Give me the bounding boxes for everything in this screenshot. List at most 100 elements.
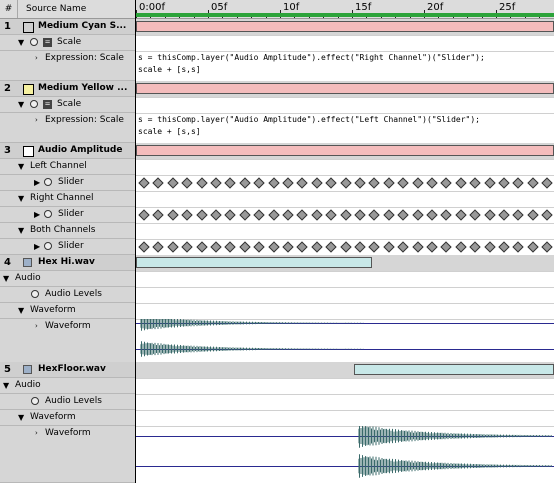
expand-triangle-icon[interactable]: ▼ (3, 378, 9, 393)
column-number-header[interactable]: # (0, 0, 18, 18)
keyframe-icon[interactable] (181, 241, 193, 253)
keyframe-icon[interactable] (483, 241, 496, 253)
layer-name[interactable]: HexFloor.wav (38, 362, 106, 377)
layer-row-2[interactable]: 2 Medium Yellow ... (0, 81, 135, 97)
property-group-audio[interactable]: ▼ Audio (0, 378, 135, 394)
current-time-indicator[interactable] (135, 0, 136, 483)
property-group-waveform[interactable]: ▼ Waveform (0, 303, 135, 319)
property-row-slider[interactable]: ▶ Slider (0, 175, 135, 191)
expand-triangle-icon[interactable]: ▼ (18, 35, 24, 50)
keyframe-icon[interactable] (311, 241, 323, 253)
property-row-scale[interactable]: ▼ = Scale (0, 97, 135, 113)
expression-text-line-1[interactable]: s = thisComp.layer("Audio Amplitude").ef… (138, 115, 480, 124)
keyframe-icon[interactable] (541, 177, 553, 189)
keyframe-icon[interactable] (296, 241, 309, 253)
keyframe-icon[interactable] (138, 177, 150, 189)
work-area-bar[interactable] (136, 13, 554, 17)
keyframe-icon[interactable] (253, 177, 265, 189)
keyframe-icon[interactable] (426, 177, 438, 189)
keyframe-icon[interactable] (325, 209, 337, 221)
keyframe-icon[interactable] (195, 209, 208, 221)
keyframe-icon[interactable] (195, 241, 208, 253)
keyframe-icon[interactable] (527, 177, 539, 189)
keyframe-icon[interactable] (239, 241, 251, 253)
property-row-slider[interactable]: ▶ Slider (0, 239, 135, 255)
keyframe-icon[interactable] (383, 177, 395, 189)
keyframe-icon[interactable] (167, 209, 179, 221)
keyframe-icon[interactable] (469, 177, 481, 189)
keyframe-icon[interactable] (296, 177, 309, 189)
keyframe-icon[interactable] (210, 241, 222, 253)
keyframe-icon[interactable] (541, 209, 553, 221)
layer-row-3[interactable]: 3 Audio Amplitude (0, 143, 135, 159)
keyframe-icon[interactable] (541, 241, 553, 253)
collapsed-triangle-icon[interactable]: › (35, 113, 38, 128)
collapsed-triangle-icon[interactable]: › (35, 319, 38, 334)
keyframe-icon[interactable] (498, 209, 510, 221)
layer-duration-bar[interactable] (136, 21, 554, 32)
keyframe-icon[interactable] (138, 241, 150, 253)
layer-row-5[interactable]: 5 HexFloor.wav (0, 362, 135, 378)
keyframe-icon[interactable] (195, 177, 208, 189)
stopwatch-icon[interactable] (44, 178, 52, 186)
property-row-audio-levels[interactable]: Audio Levels (0, 287, 135, 303)
keyframe-icon[interactable] (469, 209, 481, 221)
keyframe-icon[interactable] (339, 177, 352, 189)
collapsed-triangle-icon[interactable]: ▶ (34, 175, 40, 190)
keyframe-icon[interactable] (368, 209, 381, 221)
keyframe-icon[interactable] (397, 209, 409, 221)
label-color-swatch[interactable] (23, 84, 34, 95)
keyframe-icon[interactable] (411, 177, 424, 189)
expand-triangle-icon[interactable]: ▼ (3, 271, 9, 286)
layer-row-1[interactable]: 1 Medium Cyan S... (0, 19, 135, 35)
keyframe-icon[interactable] (397, 177, 409, 189)
layer-name[interactable]: Audio Amplitude (38, 143, 122, 158)
keyframe-icon[interactable] (426, 209, 438, 221)
layer-name[interactable]: Hex Hi.wav (38, 255, 95, 270)
label-color-swatch[interactable] (23, 146, 34, 157)
keyframe-icon[interactable] (498, 241, 510, 253)
layer-name[interactable]: Medium Yellow ... (38, 81, 127, 96)
collapsed-triangle-icon[interactable]: ▶ (34, 239, 40, 254)
keyframe-icon[interactable] (224, 209, 237, 221)
effect-row-both-channels[interactable]: ▼ Both Channels (0, 223, 135, 239)
layer-duration-bar[interactable] (136, 145, 554, 156)
keyframe-icon[interactable] (383, 209, 395, 221)
keyframe-icon[interactable] (339, 241, 352, 253)
keyframe-icon[interactable] (282, 241, 294, 253)
collapsed-triangle-icon[interactable]: › (35, 51, 38, 66)
effect-row-left-channel[interactable]: ▼ Left Channel (0, 159, 135, 175)
property-group-waveform[interactable]: ▼ Waveform (0, 410, 135, 426)
keyframe-icon[interactable] (152, 241, 165, 253)
expression-text-line-2[interactable]: scale + [s,s] (138, 127, 201, 136)
keyframe-icon[interactable] (368, 177, 381, 189)
label-color-swatch[interactable] (23, 22, 34, 33)
keyframe-icon[interactable] (282, 209, 294, 221)
keyframe-icon[interactable] (455, 177, 467, 189)
expression-text-line-1[interactable]: s = thisComp.layer("Audio Amplitude").ef… (138, 53, 485, 62)
keyframe-icon[interactable] (239, 209, 251, 221)
stopwatch-icon[interactable] (30, 100, 38, 108)
keyframe-icon[interactable] (339, 209, 352, 221)
keyframe-icon[interactable] (483, 177, 496, 189)
keyframe-icon[interactable] (311, 209, 323, 221)
keyframe-icon[interactable] (512, 177, 525, 189)
keyframe-icon[interactable] (512, 241, 525, 253)
keyframe-icon[interactable] (267, 209, 280, 221)
keyframe-icon[interactable] (426, 241, 438, 253)
keyframe-icon[interactable] (455, 241, 467, 253)
keyframe-icon[interactable] (167, 177, 179, 189)
keyframe-icon[interactable] (253, 209, 265, 221)
keyframe-icon[interactable] (354, 241, 366, 253)
keyframe-icon[interactable] (354, 209, 366, 221)
keyframe-icon[interactable] (325, 177, 337, 189)
keyframe-icon[interactable] (267, 177, 280, 189)
keyframe-icon[interactable] (253, 241, 265, 253)
keyframe-icon[interactable] (440, 209, 453, 221)
property-group-audio[interactable]: ▼ Audio (0, 271, 135, 287)
property-row-scale[interactable]: ▼ = Scale (0, 35, 135, 51)
expand-triangle-icon[interactable]: ▼ (18, 191, 24, 206)
keyframe-icon[interactable] (181, 177, 193, 189)
expression-toggle-icon[interactable]: = (43, 100, 52, 109)
keyframe-icon[interactable] (383, 241, 395, 253)
